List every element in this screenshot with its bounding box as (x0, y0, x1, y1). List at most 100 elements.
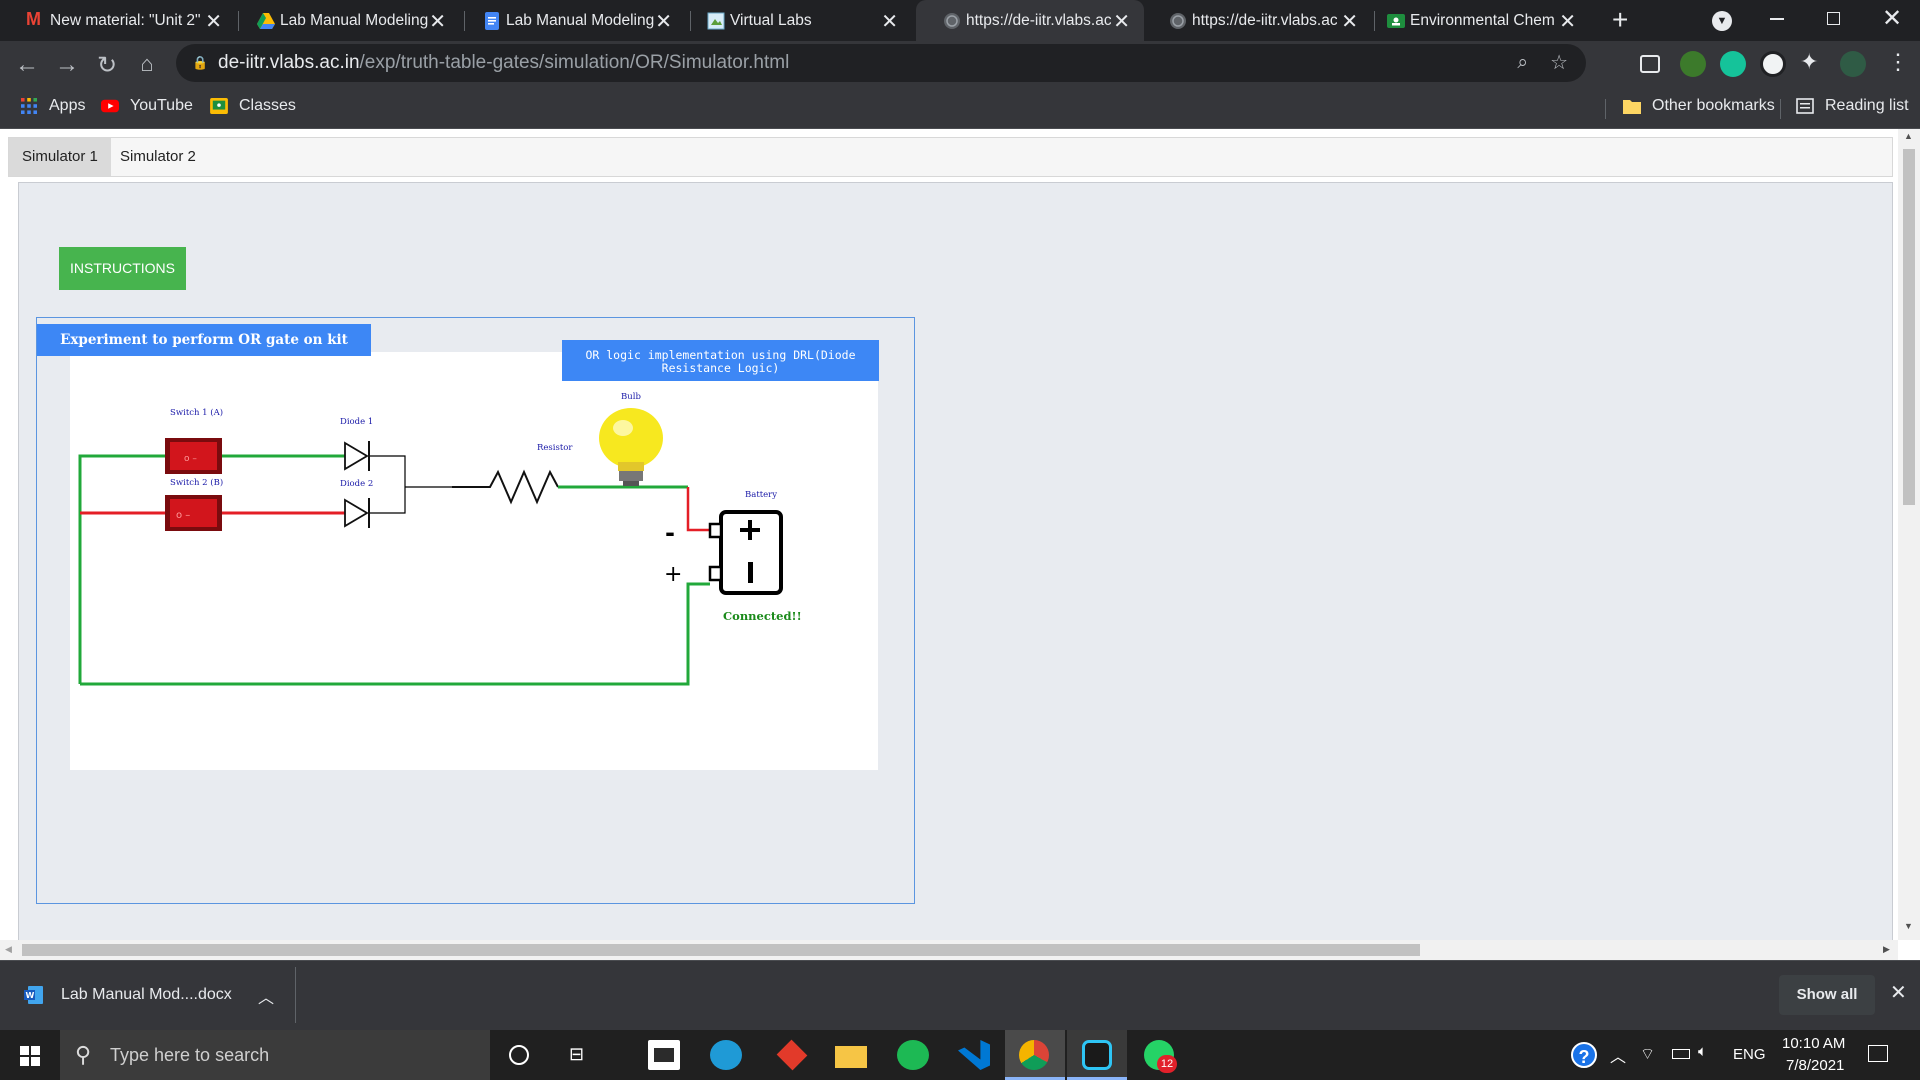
zoom-icon[interactable]: ⌕ (1517, 44, 1528, 82)
chevron-up-icon[interactable]: ︿ (258, 984, 274, 1008)
store-icon[interactable] (648, 1040, 680, 1070)
tab-simulator-2[interactable]: Simulator 2 (107, 138, 209, 176)
scroll-down-icon[interactable]: ▼ (1904, 921, 1913, 931)
avatar[interactable] (1840, 51, 1866, 77)
diode-1-label: Diode 1 (340, 417, 373, 427)
extension-n-icon[interactable] (1680, 51, 1706, 77)
svg-text:o –: o – (184, 454, 197, 464)
notification-icon[interactable] (1868, 1045, 1888, 1062)
close-icon[interactable]: ✕ (1113, 9, 1130, 34)
close-icon[interactable]: ✕ (655, 9, 672, 34)
bookmark-youtube[interactable]: YouTube (101, 97, 193, 115)
wire-bottom (80, 582, 710, 686)
puzzle-icon[interactable]: ✦ (1800, 49, 1818, 75)
bookmark-apps[interactable]: Apps (20, 97, 85, 115)
address-bar[interactable]: 🔒 de-iitr.vlabs.ac.in/exp/truth-table-ga… (176, 44, 1586, 82)
connection-status: Connected!! (723, 609, 802, 623)
scroll-left-icon[interactable]: ◀ (5, 944, 12, 955)
scroll-right-icon[interactable]: ▶ (1883, 944, 1890, 955)
edge-icon[interactable] (710, 1040, 742, 1070)
horizontal-scrollbar[interactable]: ◀ ▶ (0, 940, 1898, 960)
close-icon[interactable]: ✕ (1341, 9, 1358, 34)
battery-tray-icon[interactable] (1672, 1049, 1690, 1059)
app-diamond-icon[interactable] (776, 1039, 808, 1071)
vertical-scrollbar[interactable]: ▲ ▼ (1898, 129, 1920, 940)
chrome-taskbar-button[interactable] (1005, 1030, 1065, 1080)
clock-date[interactable]: 7/8/2021 (1786, 1057, 1844, 1074)
window-close-icon[interactable]: ✕ (1882, 4, 1902, 33)
other-bookmarks-label: Other bookmarks (1652, 97, 1775, 114)
spotify-icon[interactable] (897, 1040, 929, 1070)
browser-tab-active[interactable]: https://de-iitr.vlabs.ac ✕ (916, 0, 1144, 41)
close-icon[interactable]: ✕ (429, 9, 446, 34)
back-icon[interactable]: ← (13, 51, 41, 79)
vertical-scroll-thumb[interactable] (1903, 149, 1915, 505)
url-path: /exp/truth-table-gates/simulation/OR/Sim… (359, 52, 790, 73)
reading-list[interactable]: Reading list (1796, 97, 1909, 115)
horizontal-scroll-thumb[interactable] (22, 944, 1420, 956)
tab-search-icon[interactable]: ▼ (1712, 11, 1732, 31)
restore-icon[interactable] (1827, 12, 1840, 25)
menu-icon[interactable]: ⋮ (1887, 49, 1909, 75)
grammarly-icon[interactable] (1720, 51, 1746, 77)
drive-icon (257, 13, 275, 29)
language-indicator[interactable]: ENG (1733, 1046, 1766, 1063)
wifi-icon[interactable]: ⌔ (1640, 1044, 1655, 1064)
browser-tab[interactable]: Environmental Chemi ✕ (1360, 0, 1590, 41)
scroll-up-icon[interactable]: ▲ (1904, 131, 1913, 141)
close-icon[interactable]: ✕ (205, 9, 222, 34)
tab-title: Lab Manual Modeling (506, 11, 655, 29)
vscode-icon[interactable] (958, 1040, 990, 1070)
tab-simulator-1[interactable]: Simulator 1 (9, 138, 111, 176)
switch-a[interactable]: o – (165, 438, 222, 474)
url-host: de-iitr.vlabs.ac.in (218, 52, 360, 73)
file-explorer-icon[interactable] (835, 1046, 867, 1068)
resistor-label: Resistor (537, 443, 573, 453)
taskbar-search[interactable]: ⚲ Type here to search (60, 1030, 490, 1080)
tab-strip: M New material: "Unit 2" ✕ Lab Manual Mo… (0, 0, 1920, 41)
battery-icon (708, 510, 783, 595)
diode-2-label: Diode 2 (340, 479, 373, 489)
svg-text:o –: o – (176, 510, 190, 521)
owl-icon[interactable] (1760, 51, 1786, 77)
globe-icon (944, 13, 960, 29)
instructions-button[interactable]: INSTRUCTIONS (59, 247, 186, 290)
home-icon[interactable]: ⌂ (133, 51, 161, 77)
bookmark-classes[interactable]: Classes (210, 97, 296, 115)
bookmark-star-icon[interactable]: ☆ (1550, 44, 1568, 82)
close-icon[interactable]: ✕ (881, 9, 898, 34)
task-view-icon[interactable]: ⊟ (569, 1044, 584, 1065)
chevron-up-tray-icon[interactable]: ︿ (1610, 1043, 1626, 1067)
download-file-name[interactable]: Lab Manual Mod....docx (61, 986, 232, 1004)
cortana-icon[interactable] (509, 1045, 529, 1065)
browser-tab[interactable]: Lab Manual Modeling ✕ (230, 0, 460, 41)
volume-icon[interactable]: 🔈︎ (1698, 1043, 1707, 1060)
browser-tab[interactable]: Lab Manual Modeling ✕ (456, 0, 686, 41)
tab-title: https://de-iitr.vlabs.ac (966, 11, 1111, 29)
youtube-icon (101, 99, 119, 113)
browser-tab[interactable]: https://de-iitr.vlabs.ac ✕ (1142, 0, 1372, 41)
whiteboard-taskbar-button[interactable] (1067, 1030, 1127, 1080)
reload-icon[interactable]: ↻ (93, 51, 121, 80)
help-icon[interactable]: ? (1571, 1042, 1597, 1068)
minimize-icon[interactable] (1770, 18, 1784, 20)
wire-switch1 (78, 454, 345, 684)
show-all-button[interactable]: Show all (1779, 975, 1875, 1015)
folder-icon (1623, 100, 1641, 114)
clock-time[interactable]: 10:10 AM (1782, 1035, 1845, 1052)
browser-tab[interactable]: M New material: "Unit 2" ✕ (0, 0, 236, 41)
media-icon[interactable] (1640, 55, 1660, 73)
wire-battery-neg (686, 487, 710, 532)
windows-taskbar: ⚲ Type here to search ⊟ 12 ? ︿ ⌔ 🔈︎ ENG … (0, 1030, 1920, 1080)
new-tab-button[interactable]: + (1612, 4, 1628, 36)
wire-diode-join (370, 455, 452, 514)
windows-start-icon[interactable] (20, 1046, 40, 1066)
switch-b[interactable]: o – (165, 495, 222, 531)
close-icon[interactable]: ✕ (1559, 9, 1576, 34)
download-divider (295, 967, 296, 1023)
forward-icon[interactable]: → (53, 51, 81, 79)
lock-icon: 🔒 (192, 55, 209, 70)
other-bookmarks[interactable]: Other bookmarks (1623, 97, 1775, 115)
close-download-bar-icon[interactable]: ✕ (1890, 980, 1907, 1005)
browser-tab[interactable]: Virtual Labs ✕ (680, 0, 912, 41)
